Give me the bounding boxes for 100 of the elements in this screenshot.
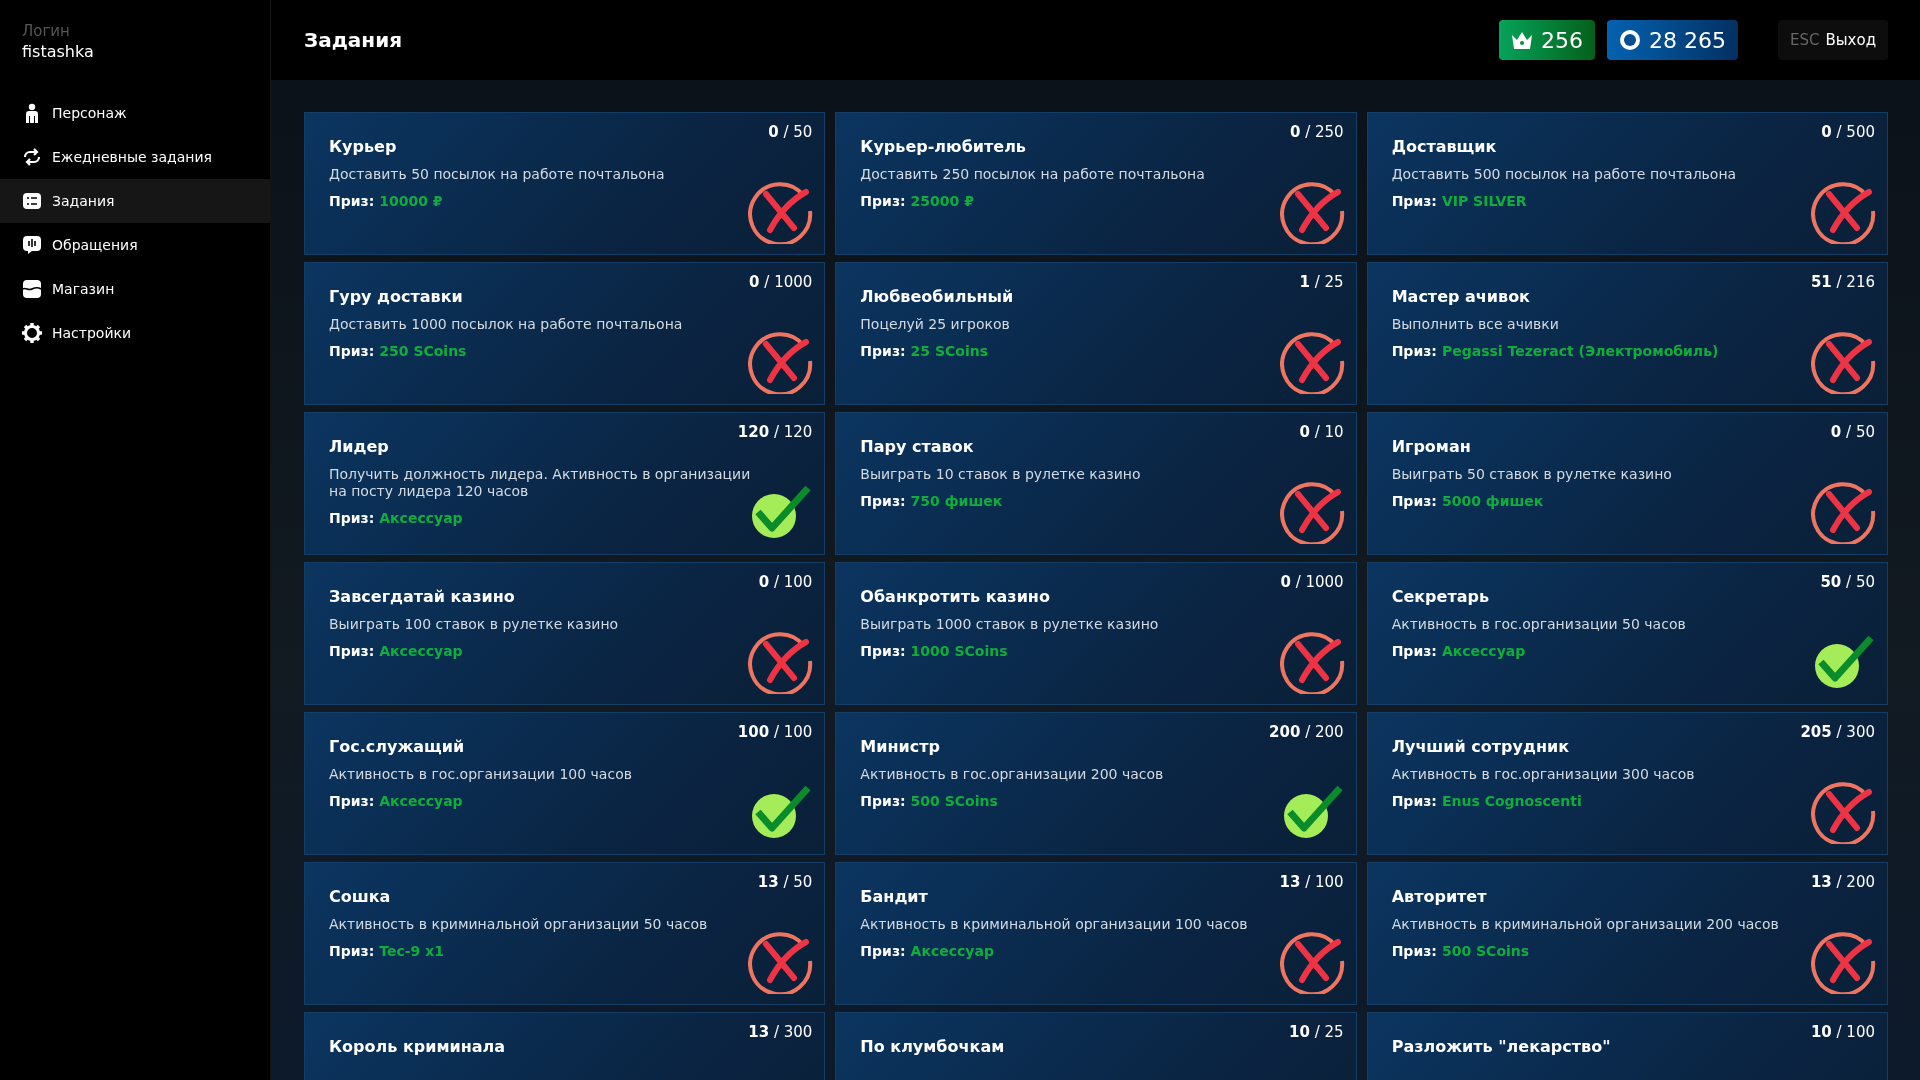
prize-value: 250 SCoins [379, 342, 467, 359]
prize-value: 10000 ₽ [379, 192, 443, 209]
prize-label: Приз: [329, 192, 375, 209]
task-title: Лучший сотрудник [1391, 737, 1571, 756]
progress-total: / 100 [1836, 1023, 1875, 1041]
task-description: Выиграть 50 ставок в рулетке казино [1391, 466, 1673, 483]
list-icon [22, 191, 42, 211]
prize-label: Приз: [329, 642, 375, 659]
login-label: Логин [22, 22, 71, 40]
prize-value: Аксессуар [379, 642, 463, 659]
prize-label: Приз: [1391, 492, 1437, 509]
progress-total: / 100 [773, 723, 813, 741]
chat-icon [22, 235, 42, 255]
progress-count: 13 [1810, 873, 1832, 891]
sidebar-item[interactable]: Магазин [0, 267, 270, 311]
sidebar-item[interactable]: Задания [0, 179, 270, 223]
prize-label: Приз: [1391, 642, 1437, 659]
progress-count: 200 [1269, 723, 1301, 741]
progress-count: 0 [1830, 423, 1842, 441]
login-name: fistashka [22, 42, 95, 61]
prize-label: Приз: [329, 792, 375, 809]
prize-label: Приз: [329, 942, 375, 959]
progress-count: 0 [1299, 423, 1310, 441]
task-title: Курьер-любитель [860, 137, 1027, 156]
task-title: Завсегдатай казино [329, 587, 516, 606]
task-title: Любвеобильный [860, 287, 1015, 306]
progress-total: / 50 [1846, 573, 1875, 591]
prize-value: Аксессуар [910, 942, 994, 959]
progress-count: 10 [1810, 1023, 1832, 1041]
task-description: Активность в криминальной организации 50 часов [329, 916, 709, 933]
progress-total: / 250 [1305, 123, 1344, 141]
prize-value: 5000 фишек [1441, 492, 1544, 509]
prize-value: Tec-9 x1 [379, 942, 444, 959]
progress-count: 50 [1820, 573, 1842, 591]
progress-total: / 10 [1314, 423, 1344, 441]
progress-total: / 300 [773, 1023, 813, 1041]
task-description: Активность в гос.организации 50 часов [1391, 616, 1687, 633]
task-description: Активность в криминальной организации 100 часов [860, 916, 1249, 933]
progress-total: / 50 [1846, 423, 1875, 441]
task-description: Выиграть 10 ставок в рулетке казино [860, 466, 1142, 483]
exit-button[interactable]: ESC Выход [1777, 20, 1888, 60]
progress-count: 0 [768, 123, 779, 141]
progress-count: 51 [1810, 273, 1832, 291]
prize-value: 1000 SCoins [910, 642, 1008, 659]
prize-label: Приз: [1391, 792, 1437, 809]
prize-label: Приз: [860, 192, 906, 209]
prize-value: Enus Cognoscenti [1441, 792, 1582, 809]
prize-value: Аксессуар [379, 509, 463, 526]
progress-count: 0 [749, 273, 760, 291]
prize-value: Pegassi Tezeract (Электромобиль) [1441, 342, 1719, 359]
task-title: Пару ставок [860, 437, 975, 456]
progress-total: / 216 [1836, 273, 1875, 291]
page-title: Задания [304, 28, 404, 52]
prize-label: Приз: [329, 342, 375, 359]
sidebar-item[interactable]: Персонаж [0, 91, 270, 135]
prize-label: Приз: [1391, 342, 1437, 359]
task-title: Гуру доставки [329, 287, 464, 306]
task-description: Поцелуй 25 игроков [860, 316, 1011, 333]
task-title: Король криминала [329, 1037, 507, 1056]
task-description: Активность в гос.организации 300 часов [1391, 766, 1696, 783]
settings-icon [22, 323, 42, 343]
prize-value: 750 фишек [910, 492, 1003, 509]
progress-count: 0 [758, 573, 770, 591]
task-title: Лидер [329, 437, 390, 456]
sidebar-item[interactable]: Настройки [0, 311, 270, 355]
sidebar-item[interactable]: Обращения [0, 223, 270, 267]
progress-total: / 1000 [764, 273, 813, 291]
progress-count: 10 [1289, 1023, 1310, 1041]
shop-icon [22, 279, 42, 299]
sidebar-item[interactable]: Ежедневные задания [0, 135, 270, 179]
task-title: Министр [860, 737, 941, 756]
progress-total: / 100 [773, 573, 813, 591]
progress-count: 0 [1821, 123, 1832, 141]
progress-count: 205 [1800, 723, 1832, 741]
task-title: Сошка [329, 887, 392, 906]
task-title: Гос.служащий [329, 737, 466, 756]
progress-total: / 300 [1836, 723, 1875, 741]
prize-value: Аксессуар [1441, 642, 1526, 659]
progress-count: 0 [1280, 573, 1291, 591]
progress-total: / 1000 [1295, 573, 1344, 591]
prize-label: Приз: [860, 942, 906, 959]
task-title: Игроман [1391, 437, 1472, 456]
progress-count: 100 [737, 723, 770, 741]
task-description: Выиграть 1000 ставок в рулетке казино [860, 616, 1160, 633]
progress-total: / 500 [1836, 123, 1875, 141]
task-title: Курьер [329, 137, 398, 156]
coin-icon [1618, 29, 1641, 51]
prize-value: 500 SCoins [1441, 942, 1530, 959]
prize-value: Аксессуар [379, 792, 463, 809]
task-title: Доставщик [1391, 137, 1498, 156]
task-description: Доставить 500 посылок на работе почтальона [1391, 166, 1738, 183]
prize-label: Приз: [860, 792, 906, 809]
task-title: Разложить "лекарство" [1391, 1037, 1612, 1056]
prize-label: Приз: [860, 342, 906, 359]
task-description: Доставить 1000 посылок на работе почтальона [329, 316, 684, 333]
task-description: Активность в гос.организации 200 часов [860, 766, 1165, 783]
progress-total: / 120 [773, 423, 813, 441]
prize-label: Приз: [1391, 942, 1437, 959]
progress-total: / 50 [783, 123, 813, 141]
progress-total: / 50 [783, 873, 813, 891]
